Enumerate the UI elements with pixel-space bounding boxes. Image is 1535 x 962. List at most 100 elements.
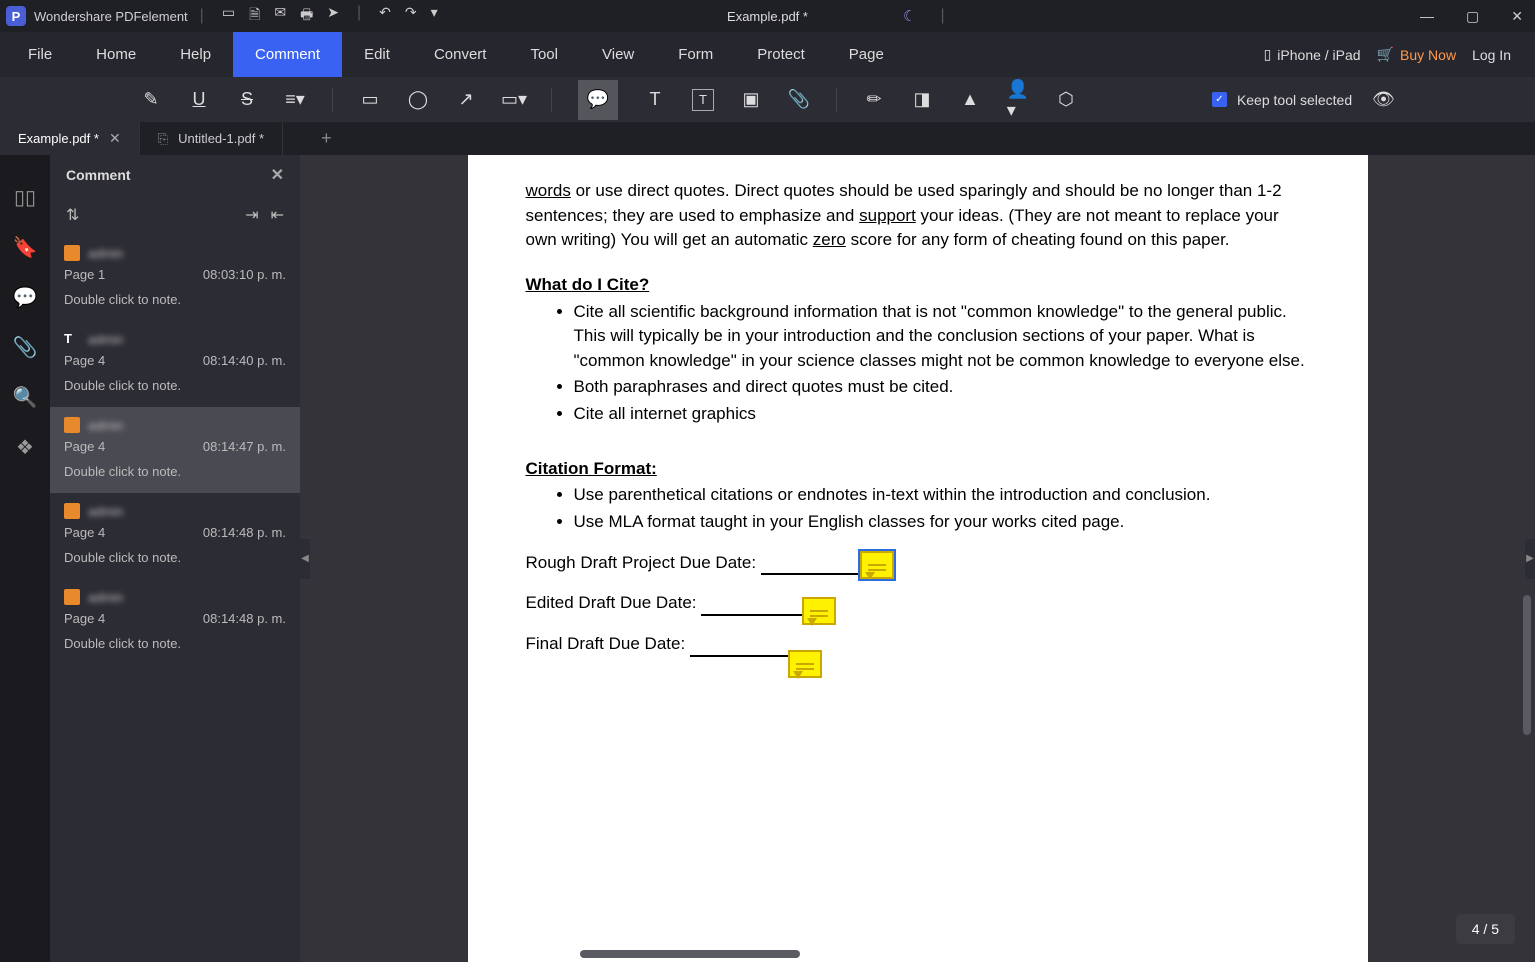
maximize-button[interactable]: ▢ bbox=[1460, 8, 1485, 25]
iphone-ipad-link[interactable]: ▯iPhone / iPad bbox=[1264, 46, 1361, 63]
open-icon[interactable]: ▭ bbox=[222, 4, 235, 28]
menu-page[interactable]: Page bbox=[827, 32, 906, 77]
save-icon[interactable]: 🗎 bbox=[249, 4, 260, 28]
tab-close-icon[interactable]: ✕ bbox=[109, 130, 121, 147]
dark-mode-icon[interactable]: ☾ bbox=[903, 7, 916, 25]
workspace: ▯▯ 🔖 💬 📎 🔍 ❖ Comment ✕ ⇅ ⇥ ⇤ admin Page 1… bbox=[0, 155, 1535, 962]
visibility-icon[interactable]: 👁 bbox=[1372, 89, 1395, 110]
attachment-tool[interactable]: 📎 bbox=[788, 89, 810, 111]
note-comment-icon bbox=[64, 245, 80, 261]
comment-author: admin bbox=[88, 246, 123, 261]
comments-icon[interactable]: 💬 bbox=[13, 285, 37, 309]
minimize-button[interactable]: — bbox=[1414, 8, 1440, 25]
login-link[interactable]: Log In bbox=[1472, 47, 1511, 63]
export-icon[interactable]: ⇤ bbox=[271, 205, 284, 225]
note-annotation[interactable] bbox=[860, 551, 894, 579]
share-icon[interactable]: ➤ bbox=[327, 4, 339, 28]
menu-file[interactable]: File bbox=[6, 32, 74, 77]
rectangle-tool[interactable]: ▭ bbox=[359, 89, 381, 111]
eraser-tool[interactable]: ◨ bbox=[911, 89, 933, 111]
close-button[interactable]: ✕ bbox=[1505, 8, 1529, 25]
stamp-tool[interactable]: ▲ bbox=[959, 89, 981, 111]
menu-tool[interactable]: Tool bbox=[508, 32, 580, 77]
menu-form[interactable]: Form bbox=[656, 32, 735, 77]
collapse-right-handle[interactable]: ▶ bbox=[1525, 539, 1535, 579]
underline-tool[interactable]: U bbox=[188, 89, 210, 111]
panel-header: Comment ✕ bbox=[50, 155, 300, 195]
measure-tool[interactable]: ⬡ bbox=[1055, 89, 1077, 111]
new-tab-button[interactable]: + bbox=[283, 122, 370, 155]
strikethrough-tool[interactable]: S bbox=[236, 89, 258, 111]
comment-text: Double click to note. bbox=[64, 464, 286, 479]
comment-item[interactable]: adminPage 408:14:48 p. m.Double click to… bbox=[50, 579, 300, 665]
comment-toolbar: ✎ U S ≡▾ ▭ ◯ ↗ ▭▾ 💬 T T ▣ 📎 ✏ ◨ ▲ 👤▾ ⬡ ✓… bbox=[0, 77, 1535, 122]
menu-view[interactable]: View bbox=[580, 32, 656, 77]
note-comment-icon bbox=[64, 417, 80, 433]
keep-label: Keep tool selected bbox=[1237, 92, 1352, 108]
bookmarks-icon[interactable]: 🔖 bbox=[13, 235, 37, 259]
attachments-icon[interactable]: 📎 bbox=[13, 335, 37, 359]
comment-page: Page 1 bbox=[64, 267, 105, 282]
highlight-tool[interactable]: ✎ bbox=[140, 89, 162, 111]
buy-label: Buy Now bbox=[1400, 47, 1456, 63]
comment-time: 08:14:48 p. m. bbox=[203, 611, 286, 626]
body-run: score for any form of cheating found on … bbox=[846, 230, 1230, 249]
print-icon[interactable]: 🖶 bbox=[300, 4, 313, 28]
signature-tool[interactable]: 👤▾ bbox=[1007, 89, 1029, 111]
tab-untitled[interactable]: ⎘ Untitled-1.pdf * bbox=[140, 122, 283, 155]
comment-item[interactable]: adminPage 108:03:10 p. m.Double click to… bbox=[50, 235, 300, 321]
search-icon[interactable]: 🔍 bbox=[13, 385, 37, 409]
import-icon[interactable]: ⇥ bbox=[245, 205, 258, 225]
comment-author: admin bbox=[88, 504, 123, 519]
undo-icon[interactable]: ↶ bbox=[379, 4, 391, 28]
pencil-tool[interactable]: ✏ bbox=[863, 89, 885, 111]
layers-icon[interactable]: ❖ bbox=[13, 435, 37, 459]
comment-item[interactable]: TadminPage 408:14:40 p. m.Double click t… bbox=[50, 321, 300, 407]
buy-now-link[interactable]: 🛒 Buy Now bbox=[1377, 46, 1456, 63]
note-tool[interactable]: 💬 bbox=[578, 80, 618, 120]
left-rail: ▯▯ 🔖 💬 📎 🔍 ❖ bbox=[0, 155, 50, 962]
underlined-text: words bbox=[526, 181, 571, 200]
comment-item[interactable]: adminPage 408:14:48 p. m.Double click to… bbox=[50, 493, 300, 579]
keep-tool-selected[interactable]: ✓ Keep tool selected 👁 bbox=[1212, 89, 1395, 110]
comment-item[interactable]: adminPage 408:14:47 p. m.Double click to… bbox=[50, 407, 300, 493]
menu-edit[interactable]: Edit bbox=[342, 32, 412, 77]
menu-convert[interactable]: Convert bbox=[412, 32, 509, 77]
note-comment-icon bbox=[64, 503, 80, 519]
list-tool[interactable]: ≡▾ bbox=[284, 89, 306, 111]
pdf-page[interactable]: words or use direct quotes. Direct quote… bbox=[468, 155, 1368, 962]
thumbnails-icon[interactable]: ▯▯ bbox=[13, 185, 37, 209]
titlebar-divider: | bbox=[357, 4, 361, 28]
menu-home[interactable]: Home bbox=[74, 32, 158, 77]
sort-icon[interactable]: ⇅ bbox=[66, 205, 79, 225]
callout-tool[interactable]: ▣ bbox=[740, 89, 762, 111]
textbox-tool[interactable]: T bbox=[692, 89, 714, 111]
phone-label: iPhone / iPad bbox=[1277, 47, 1360, 63]
oval-tool[interactable]: ◯ bbox=[407, 89, 429, 111]
arrow-tool[interactable]: ↗ bbox=[455, 89, 477, 111]
mail-icon[interactable]: ✉ bbox=[274, 4, 286, 28]
cart-icon: 🛒 bbox=[1377, 46, 1394, 63]
comment-time: 08:14:47 p. m. bbox=[203, 439, 286, 454]
vertical-scrollbar[interactable] bbox=[1523, 595, 1531, 735]
comment-list: adminPage 108:03:10 p. m.Double click to… bbox=[50, 235, 300, 962]
menu-comment[interactable]: Comment bbox=[233, 32, 342, 77]
more-icon[interactable]: ▾ bbox=[431, 4, 438, 28]
panel-close-icon[interactable]: ✕ bbox=[271, 165, 284, 185]
comment-text: Double click to note. bbox=[64, 636, 286, 651]
due-line: Final Draft Due Date: bbox=[526, 632, 1310, 657]
menu-help[interactable]: Help bbox=[158, 32, 233, 77]
text-tool[interactable]: T bbox=[644, 89, 666, 111]
menu-protect[interactable]: Protect bbox=[735, 32, 827, 77]
document-tabs: Example.pdf * ✕ ⎘ Untitled-1.pdf * + bbox=[0, 122, 1535, 155]
note-annotation[interactable] bbox=[802, 597, 836, 625]
shape-tool[interactable]: ▭▾ bbox=[503, 89, 525, 111]
collapse-left-handle[interactable]: ◀ bbox=[300, 539, 310, 579]
note-annotation[interactable] bbox=[788, 650, 822, 678]
tab-icon: ⎘ bbox=[158, 131, 168, 147]
horizontal-scrollbar[interactable] bbox=[580, 950, 800, 958]
tab-example[interactable]: Example.pdf * ✕ bbox=[0, 122, 140, 155]
titlebar-divider: | bbox=[941, 7, 945, 25]
redo-icon[interactable]: ↷ bbox=[405, 4, 417, 28]
list-item: Cite all internet graphics bbox=[574, 402, 1310, 427]
